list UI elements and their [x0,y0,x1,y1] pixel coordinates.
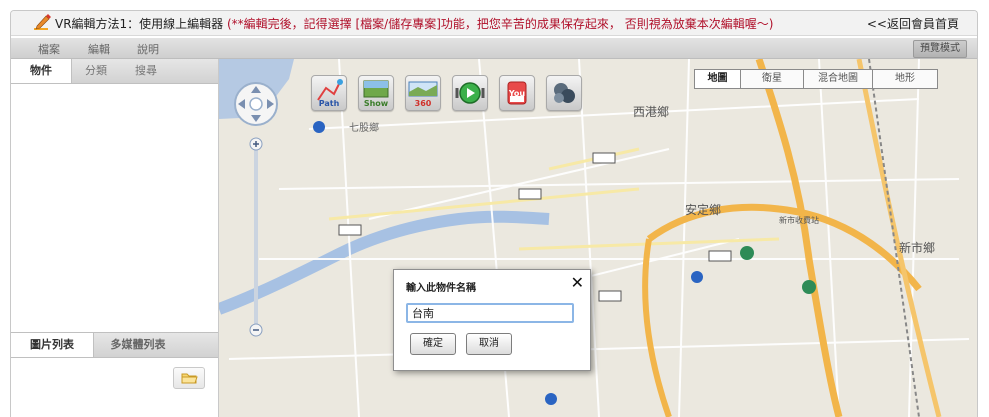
menu-help[interactable]: 說明 [137,41,159,57]
map-type-selector: 地圖 衛星 混合地圖 地形 [694,69,938,89]
map-type-hybrid[interactable]: 混合地圖 [803,69,873,89]
place-label: 安定鄉 [685,203,722,217]
dialog-title: 輸入此物件名稱 [406,283,476,294]
pencil-icon [34,14,51,30]
open-folder-button[interactable] [173,367,205,389]
tab-media-list[interactable]: 多媒體列表 [93,333,183,357]
map-type-satellite[interactable]: 衛星 [740,69,804,89]
object-name-dialog: 輸入此物件名稱 ✕ 確定 取消 [393,269,591,371]
menu-edit[interactable]: 編輯 [88,41,110,57]
tab-objects[interactable]: 物件 [11,59,72,83]
place-label: 西港鄉 [633,105,670,119]
place-label: 七股鄉 [349,123,379,134]
youtube-tool-button[interactable]: You [499,75,535,111]
close-icon[interactable]: ✕ [571,273,584,292]
path-tool-button[interactable]: Path [311,75,347,111]
folder-icon [181,373,198,384]
panorama-tool-button[interactable]: 360 [405,75,441,111]
media-tabs: 圖片列表 多媒體列表 [11,332,218,358]
audio-icon [455,82,485,104]
place-label: 新市收費站 [779,216,819,225]
preview-mode-button[interactable]: 預覽模式 [913,40,967,58]
page-title: VR編輯方法1：使用線上編輯器 (**編輯完後，記得選擇 [檔案/儲存專案]功能… [55,17,774,31]
tab-image-list[interactable]: 圖片列表 [11,333,94,357]
back-to-member-home-link[interactable]: <<返回會員首頁 [867,15,959,32]
map-pan-control[interactable] [233,81,279,127]
audio-tool-button[interactable] [452,75,488,111]
map-type-terrain[interactable]: 地形 [872,69,938,89]
object-list[interactable] [11,84,218,329]
title-bar: VR編輯方法1：使用線上編輯器 (**編輯完後，記得選擇 [檔案/儲存專案]功能… [11,11,977,36]
save-warning: (**編輯完後，記得選擇 [檔案/儲存專案]功能，把您辛苦的成果保存起來， 否則… [227,17,774,31]
object-name-input[interactable] [406,303,574,323]
zoom-slider[interactable] [249,137,263,337]
tab-search[interactable]: 搜尋 [121,59,171,83]
left-panel: 物件 分類 搜尋 圖片列表 多媒體列表 [11,59,219,417]
cancel-button[interactable]: 取消 [466,333,512,355]
confirm-button[interactable]: 確定 [410,333,456,355]
map-tiles [219,59,977,417]
menu-file[interactable]: 檔案 [38,41,60,57]
show-tool-button[interactable]: Show [358,75,394,111]
menu-bar: 檔案 編輯 說明 預覽模式 [11,38,977,59]
map-canvas[interactable]: 西港鄉 安定鄉 新市鄉 七股鄉 新市收費站 Path Show 360 You … [219,59,977,417]
place-label: 新市鄉 [899,241,936,255]
object-tabs: 物件 分類 搜尋 [11,59,218,84]
map-type-map[interactable]: 地圖 [694,69,741,89]
tab-categories[interactable]: 分類 [71,59,121,83]
globe-icon [554,83,575,103]
globe-tool-button[interactable] [546,75,582,111]
